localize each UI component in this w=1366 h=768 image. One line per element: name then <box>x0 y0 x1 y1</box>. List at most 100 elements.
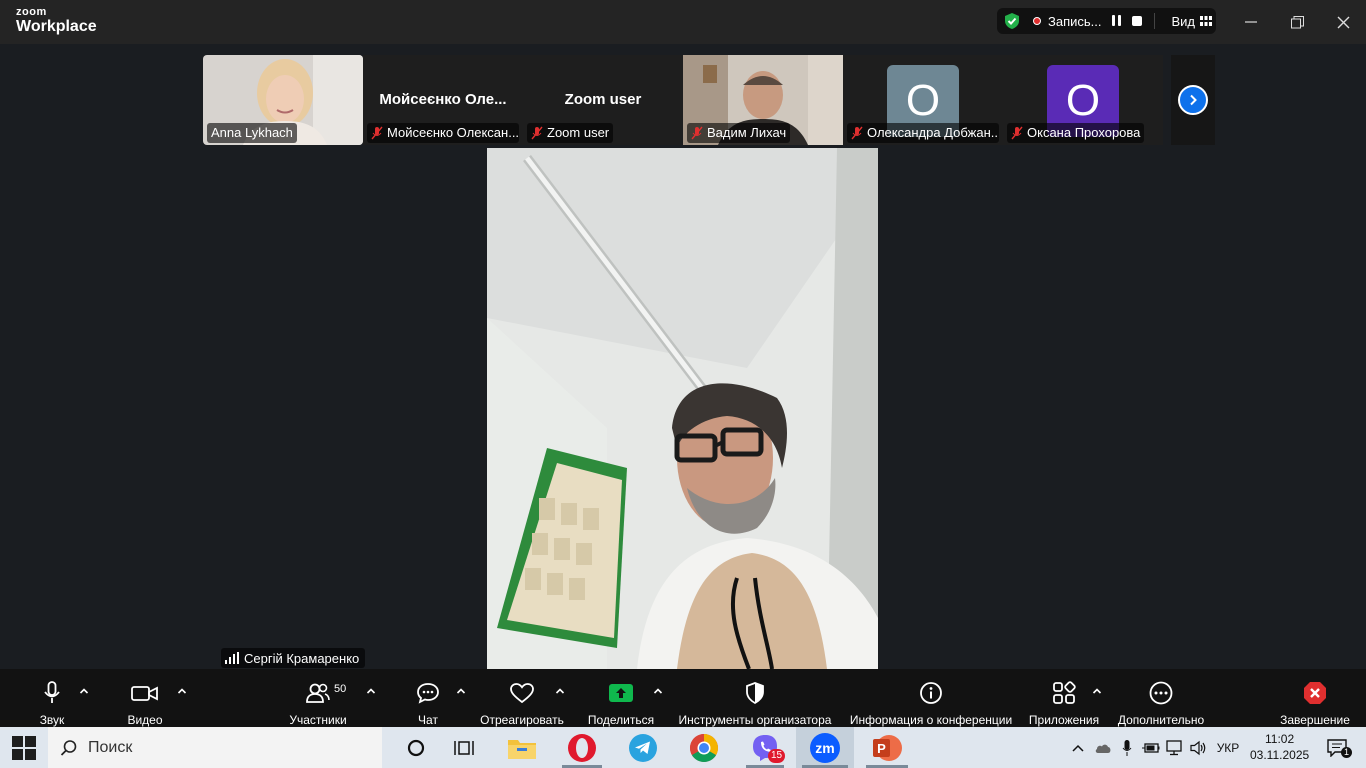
audio-label: Звук <box>39 713 65 727</box>
participants-options-chevron-icon[interactable] <box>366 687 376 695</box>
participant-display-name: Мойсеєнко Оле... <box>379 91 507 108</box>
chrome-app[interactable] <box>678 727 730 768</box>
participant-tile[interactable]: Мойсеєнко Оле... Мойсеєнко Олексан... <box>363 55 523 145</box>
participant-name: Anna Lykhach <box>211 125 293 140</box>
viber-app[interactable]: 15 <box>740 727 790 768</box>
speaker-volume-icon <box>1190 740 1206 755</box>
audio-button[interactable]: Звук <box>30 669 74 727</box>
network-icon <box>1166 739 1182 755</box>
microphone-tray[interactable] <box>1118 727 1136 768</box>
pause-recording-icon[interactable] <box>1111 15 1124 27</box>
participants-button[interactable]: Участники <box>284 669 352 727</box>
taskbar-search-box[interactable]: Поиск <box>48 727 382 768</box>
recording-label: Запись... <box>1048 13 1102 29</box>
onedrive-tray[interactable] <box>1092 727 1114 768</box>
host-tools-button[interactable]: Инструменты организатора <box>676 669 834 727</box>
view-button[interactable]: Вид <box>1172 14 1196 29</box>
more-label: Дополнительно <box>1117 713 1205 727</box>
meeting-toolbar: Звук Видео Участники 50 Чат Отреагироват… <box>0 669 1366 727</box>
video-camera-icon <box>131 685 158 701</box>
security-shield-icon[interactable] <box>1003 12 1021 30</box>
title-bar: zoom Workplace Запись... Вид <box>0 0 1366 44</box>
end-meeting-button[interactable]: Завершение <box>1278 669 1352 727</box>
host-shield-icon <box>746 681 764 704</box>
share-screen-button[interactable]: Поделиться <box>586 669 656 727</box>
participant-name: Оксана Прохорова <box>1027 125 1141 140</box>
close-button[interactable] <box>1333 12 1353 32</box>
participant-name-label: Олександра Добжан... <box>847 123 999 143</box>
folder-icon <box>508 739 536 759</box>
participant-name: Олександра Добжан... <box>867 125 999 140</box>
input-language[interactable]: УКР <box>1212 727 1244 768</box>
speaker-video-frame <box>487 148 878 669</box>
start-button[interactable] <box>0 727 48 768</box>
participant-tile[interactable]: Zoom user Zoom user <box>523 55 683 145</box>
participant-tile[interactable]: О Оксана Прохорова <box>1003 55 1163 145</box>
volume-tray[interactable] <box>1188 727 1210 768</box>
cortana-button[interactable] <box>396 727 436 768</box>
stop-recording-icon[interactable] <box>1131 16 1142 26</box>
react-options-chevron-icon[interactable] <box>555 687 565 695</box>
telegram-app[interactable] <box>618 727 668 768</box>
host-tools-label: Инструменты организатора <box>678 713 832 727</box>
participant-name-label: Оксана Прохорова <box>1007 123 1145 143</box>
info-icon <box>920 681 942 704</box>
mic-muted-icon <box>691 126 703 140</box>
share-screen-icon <box>609 683 633 702</box>
apps-button[interactable]: Приложения <box>1026 669 1102 727</box>
clock[interactable]: 11:02 03.11.2025 <box>1250 731 1309 763</box>
chrome-icon <box>690 733 718 762</box>
participant-tile[interactable]: Вадим Лихач <box>683 55 843 145</box>
battery-tray[interactable] <box>1140 727 1162 768</box>
meeting-info-button[interactable]: Информация о конференции <box>848 669 1014 727</box>
opera-app[interactable] <box>556 727 608 768</box>
minimize-button[interactable] <box>1241 12 1261 32</box>
participant-name-label: Anna Lykhach <box>207 123 297 143</box>
chat-bubble-icon <box>417 682 439 704</box>
chat-label: Чат <box>418 713 438 727</box>
participant-name-label: Zoom user <box>527 123 614 143</box>
next-page-button[interactable] <box>1171 55 1215 145</box>
react-label: Отреагировать <box>480 713 564 727</box>
participant-tile[interactable]: Anna Lykhach <box>203 55 363 145</box>
participant-name: Вадим Лихач <box>707 125 787 140</box>
participants-label: Участники <box>289 713 347 727</box>
react-button[interactable]: Отреагировать <box>478 669 566 727</box>
file-explorer-app[interactable] <box>498 727 546 768</box>
opera-icon <box>568 733 596 762</box>
zoom-app[interactable]: zm <box>796 727 854 768</box>
share-options-chevron-icon[interactable] <box>653 687 663 695</box>
mic-muted-icon <box>371 126 383 140</box>
end-meeting-icon <box>1304 681 1326 704</box>
search-icon <box>60 739 77 756</box>
apps-icon <box>1053 680 1076 704</box>
participant-tile[interactable]: О Олександра Добжан... <box>843 55 1003 145</box>
mic-muted-icon <box>851 126 863 140</box>
zoom-logo: zoom Workplace <box>16 7 97 35</box>
video-button[interactable]: Видео <box>120 669 170 727</box>
restore-button[interactable] <box>1287 12 1307 32</box>
powerpoint-app[interactable]: P <box>860 727 914 768</box>
task-view-button[interactable] <box>444 727 484 768</box>
grid-view-icon[interactable] <box>1200 16 1213 26</box>
video-options-chevron-icon[interactable] <box>177 687 187 695</box>
recording-pill: Запись... Вид <box>997 8 1216 34</box>
battery-plug-icon <box>1142 742 1160 753</box>
cortana-circle-icon <box>407 739 425 756</box>
more-button[interactable]: Дополнительно <box>1114 669 1208 727</box>
notification-count: 1 <box>1341 747 1353 758</box>
video-label: Видео <box>127 713 163 727</box>
minimize-icon <box>1245 21 1257 23</box>
participant-name: Zoom user <box>547 125 610 140</box>
action-center-button[interactable]: 1 <box>1320 727 1354 768</box>
network-tray[interactable] <box>1164 727 1186 768</box>
chat-button[interactable]: Чат <box>410 669 446 727</box>
show-hidden-icons-button[interactable] <box>1068 727 1088 768</box>
audio-options-chevron-icon[interactable] <box>79 687 89 695</box>
more-options-icon <box>1149 681 1173 704</box>
speaker-name-label: Сергій Крамаренко <box>221 648 366 668</box>
search-placeholder: Поиск <box>88 738 133 756</box>
chat-options-chevron-icon[interactable] <box>456 687 466 695</box>
apps-options-chevron-icon[interactable] <box>1092 687 1102 695</box>
microphone-icon <box>44 680 60 703</box>
